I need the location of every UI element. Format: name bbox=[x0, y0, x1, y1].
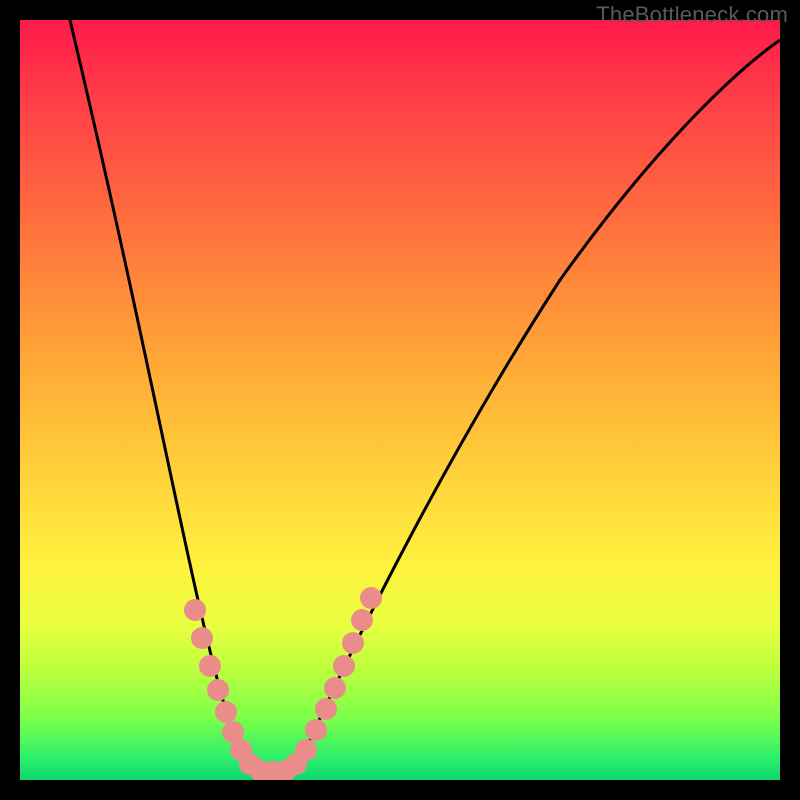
marker-dot bbox=[342, 632, 364, 654]
marker-dot bbox=[184, 599, 206, 621]
marker-dot bbox=[191, 627, 213, 649]
marker-dot bbox=[215, 701, 237, 723]
chart-svg bbox=[20, 20, 780, 780]
marker-dot bbox=[305, 719, 327, 741]
watermark-text: TheBottleneck.com bbox=[596, 2, 788, 28]
marker-dot bbox=[207, 679, 229, 701]
marker-dot bbox=[351, 609, 373, 631]
marker-dot bbox=[333, 655, 355, 677]
marker-dot bbox=[199, 655, 221, 677]
marker-dot bbox=[295, 739, 317, 761]
chart-area bbox=[20, 20, 780, 780]
marker-dot bbox=[360, 587, 382, 609]
marker-dot bbox=[315, 698, 337, 720]
marker-group bbox=[184, 587, 382, 780]
marker-dot bbox=[324, 677, 346, 699]
curve-path bbox=[70, 20, 780, 773]
